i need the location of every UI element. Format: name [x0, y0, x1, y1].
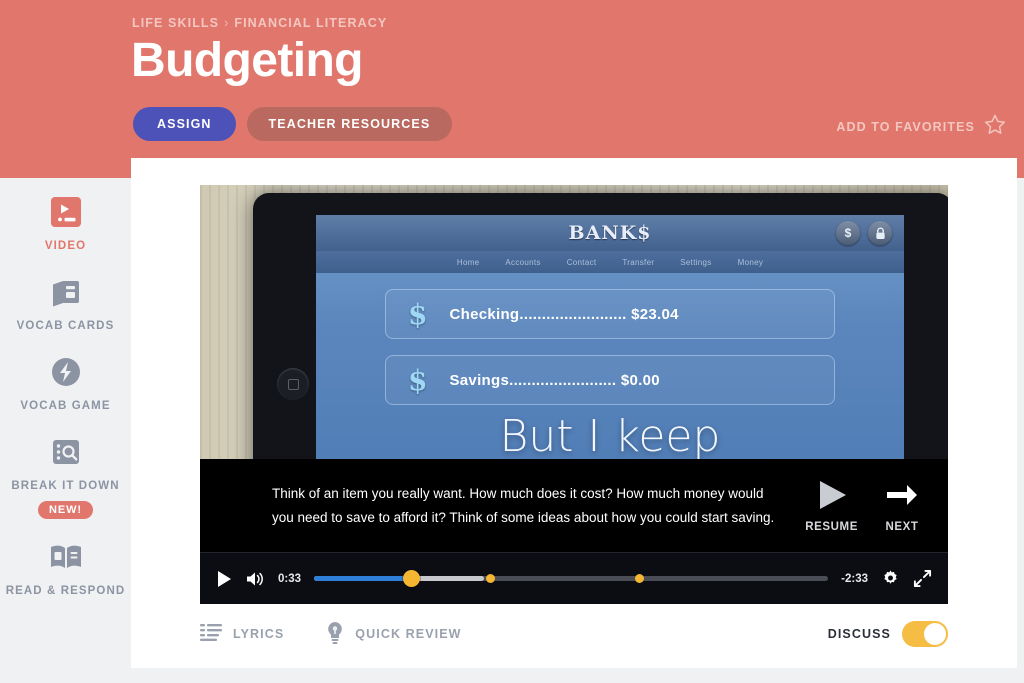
account-amount: $0.00 [620, 371, 660, 389]
dollar-sign-icon: $ [408, 297, 428, 331]
video-player[interactable]: BANK$ $ Home Accounts Contact Transfer S… [200, 185, 948, 604]
star-outline-icon [984, 114, 1006, 140]
bank-header-icons: $ [836, 221, 892, 245]
add-to-favorites-button[interactable]: ADD TO FAVORITES [836, 114, 1006, 140]
sidebar-item-break-it-down[interactable]: BREAK IT DOWN NEW! [0, 432, 131, 519]
page-header: LIFE SKILLS › FINANCIAL LITERACY Budgeting… [0, 0, 1024, 178]
sidebar-item-label: VOCAB GAME [20, 400, 111, 412]
discuss-toggle[interactable] [902, 621, 948, 647]
page-title: Budgeting [131, 34, 363, 87]
bank-app-header: BANK$ $ [316, 215, 904, 251]
caption-actions: RESUME NEXT [805, 478, 948, 533]
account-dots: ........................ [519, 305, 627, 323]
resume-button[interactable]: RESUME [805, 478, 858, 533]
lightbulb-icon [326, 621, 344, 648]
teacher-resources-button[interactable]: TEACHER RESOURCES [246, 107, 453, 141]
tablet-home-button [277, 368, 309, 400]
sidebar: VIDEO VOCAB CARDS VOCAB GAME BREAK IT DO… [0, 178, 131, 683]
video-toolbar: LYRICS QUICK REVIEW DISCUSS [200, 612, 948, 656]
open-book-icon [48, 537, 84, 577]
sidebar-item-label: VIDEO [44, 240, 87, 252]
tablet-device: BANK$ $ Home Accounts Contact Transfer S… [253, 193, 948, 459]
chapter-marker[interactable] [486, 574, 496, 583]
discuss-control: DISCUSS [828, 621, 948, 647]
bank-nav-item: Transfer [622, 257, 655, 267]
play-icon [814, 478, 850, 515]
sidebar-item-vocab-cards[interactable]: VOCAB CARDS [0, 272, 131, 334]
assign-button[interactable]: ASSIGN [133, 107, 236, 141]
video-frame: BANK$ $ Home Accounts Contact Transfer S… [200, 185, 948, 459]
add-to-favorites-label: ADD TO FAVORITES [836, 120, 975, 134]
account-name: Savings [449, 371, 510, 389]
progress-scrubber[interactable] [402, 570, 420, 587]
quick-review-label: QUICK REVIEW [355, 627, 462, 641]
discuss-label: DISCUSS [827, 627, 891, 641]
bank-nav-item: Home [456, 257, 480, 267]
tablet-screen: BANK$ $ Home Accounts Contact Transfer S… [316, 215, 904, 459]
content-card: BANK$ $ Home Accounts Contact Transfer S… [131, 158, 1017, 668]
dollar-icon: $ [836, 221, 860, 245]
bank-nav-item: Contact [566, 257, 597, 267]
sidebar-item-label: VOCAB CARDS [16, 320, 115, 332]
account-row: $ Savings........................ $0.00 [385, 355, 835, 405]
caption-text: Think of an item you really want. How mu… [272, 485, 775, 525]
next-button[interactable]: NEXT [884, 478, 920, 533]
account-amount: $23.04 [631, 305, 679, 323]
fullscreen-button[interactable] [913, 569, 932, 588]
remaining-time: -2:33 [841, 572, 868, 585]
status-badge: NEW! [38, 501, 93, 519]
sidebar-item-label: BREAK IT DOWN [11, 480, 120, 492]
bank-logo: BANK$ [568, 222, 652, 244]
sidebar-item-video[interactable]: VIDEO [0, 192, 131, 254]
header-actions: ASSIGN TEACHER RESOURCES [133, 107, 453, 141]
caption-panel: Think of an item you really want. How mu… [200, 459, 948, 552]
resume-label: RESUME [805, 521, 858, 533]
account-dots: ........................ [509, 371, 617, 389]
breadcrumb-separator-icon: › [224, 16, 230, 30]
list-lines-icon [200, 624, 222, 644]
account-row: $ Checking........................ $23.0… [385, 289, 835, 339]
elapsed-time: 0:33 [278, 572, 302, 585]
chapter-marker[interactable] [635, 574, 645, 583]
toggle-knob [924, 623, 946, 645]
sidebar-item-read-and-respond[interactable]: READ & RESPOND [0, 537, 131, 599]
next-label: NEXT [885, 521, 919, 533]
account-name: Checking [449, 305, 520, 323]
cards-icon [49, 272, 83, 312]
magnifier-grid-icon [50, 432, 82, 472]
lyrics-button[interactable]: LYRICS [200, 624, 284, 644]
bank-nav-item: Accounts [505, 257, 541, 267]
bank-nav-item: Settings [680, 257, 712, 267]
gear-icon[interactable] [881, 569, 900, 588]
breadcrumb: LIFE SKILLS › FINANCIAL LITERACY [132, 16, 387, 30]
video-controls: 0:33 -2:33 [200, 552, 948, 604]
play-button[interactable] [216, 570, 232, 588]
lightning-bolt-icon [50, 352, 82, 392]
sidebar-item-vocab-game[interactable]: VOCAB GAME [0, 352, 131, 414]
progress-bar[interactable] [314, 570, 829, 588]
page-root: LIFE SKILLS › FINANCIAL LITERACY Budgeting… [0, 0, 1024, 683]
breadcrumb-current[interactable]: FINANCIAL LITERACY [234, 16, 387, 30]
lyric-overlay: But I keep [499, 411, 721, 459]
volume-button[interactable] [245, 570, 265, 588]
lock-icon [868, 221, 892, 245]
bank-nav-item: Money [737, 257, 764, 267]
breadcrumb-parent[interactable]: LIFE SKILLS [132, 16, 219, 30]
quick-review-button[interactable]: QUICK REVIEW [326, 621, 461, 648]
video-icon [49, 192, 83, 232]
progress-played [314, 576, 408, 581]
dollar-sign-icon: $ [408, 363, 428, 397]
sidebar-item-label: READ & RESPOND [5, 585, 126, 597]
lyrics-label: LYRICS [233, 627, 285, 641]
arrow-right-icon [884, 478, 920, 515]
bank-app-nav: Home Accounts Contact Transfer Settings … [316, 251, 904, 273]
